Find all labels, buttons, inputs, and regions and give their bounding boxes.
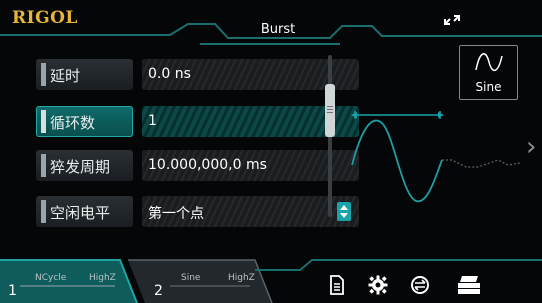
setting-label-box[interactable]: 循环数 <box>36 106 133 137</box>
channel-mode: NCycle <box>35 273 67 283</box>
setting-value-field[interactable]: 第一个点 <box>142 196 359 227</box>
waveform-badge[interactable]: Sine <box>459 45 518 100</box>
row-marker <box>41 154 46 177</box>
file-icon[interactable] <box>329 275 345 295</box>
burst-waveform-preview <box>351 111 521 202</box>
setting-label: 猝发周期 <box>50 158 111 176</box>
sine-wave-icon <box>475 53 503 71</box>
setting-value: 第一个点 <box>148 206 204 222</box>
page-title: Burst <box>260 22 296 37</box>
setting-label-box[interactable]: 空闲电平 <box>36 196 133 227</box>
print-icon[interactable] <box>456 275 482 295</box>
channel-number: 2 <box>154 283 163 299</box>
link-icon[interactable] <box>441 10 463 30</box>
channel-impedance: HighZ <box>228 273 255 283</box>
setting-label: 循环数 <box>50 114 96 132</box>
scrollbar-thumb[interactable] <box>325 84 335 137</box>
setting-value: 0.0 ns <box>148 66 191 82</box>
gear-icon[interactable] <box>368 275 388 295</box>
instrument-screen: RIGOL Burst 延时 0.0 ns 循环数 1 猝发周期 10.000,… <box>0 0 542 303</box>
row-marker <box>41 110 46 133</box>
setting-value-field[interactable]: 10.000,000,0 ms <box>142 150 359 181</box>
sync-icon[interactable] <box>409 275 431 295</box>
channel-impedance: HighZ <box>89 273 116 283</box>
setting-label-box[interactable]: 延时 <box>36 59 133 90</box>
setting-value: 10.000,000,0 ms <box>148 157 267 173</box>
row-marker <box>41 63 46 86</box>
setting-label-box[interactable]: 猝发周期 <box>36 150 133 181</box>
channel-mode: Sine <box>181 273 201 283</box>
channel-number: 1 <box>8 283 17 299</box>
row-marker <box>41 200 46 223</box>
brand-logo: RIGOL <box>12 8 78 28</box>
chevron-right-icon[interactable]: › <box>526 132 536 162</box>
setting-value: 1 <box>148 113 157 129</box>
setting-label: 空闲电平 <box>50 204 111 222</box>
waveform-label: Sine <box>475 80 502 94</box>
setting-label: 延时 <box>50 67 81 85</box>
